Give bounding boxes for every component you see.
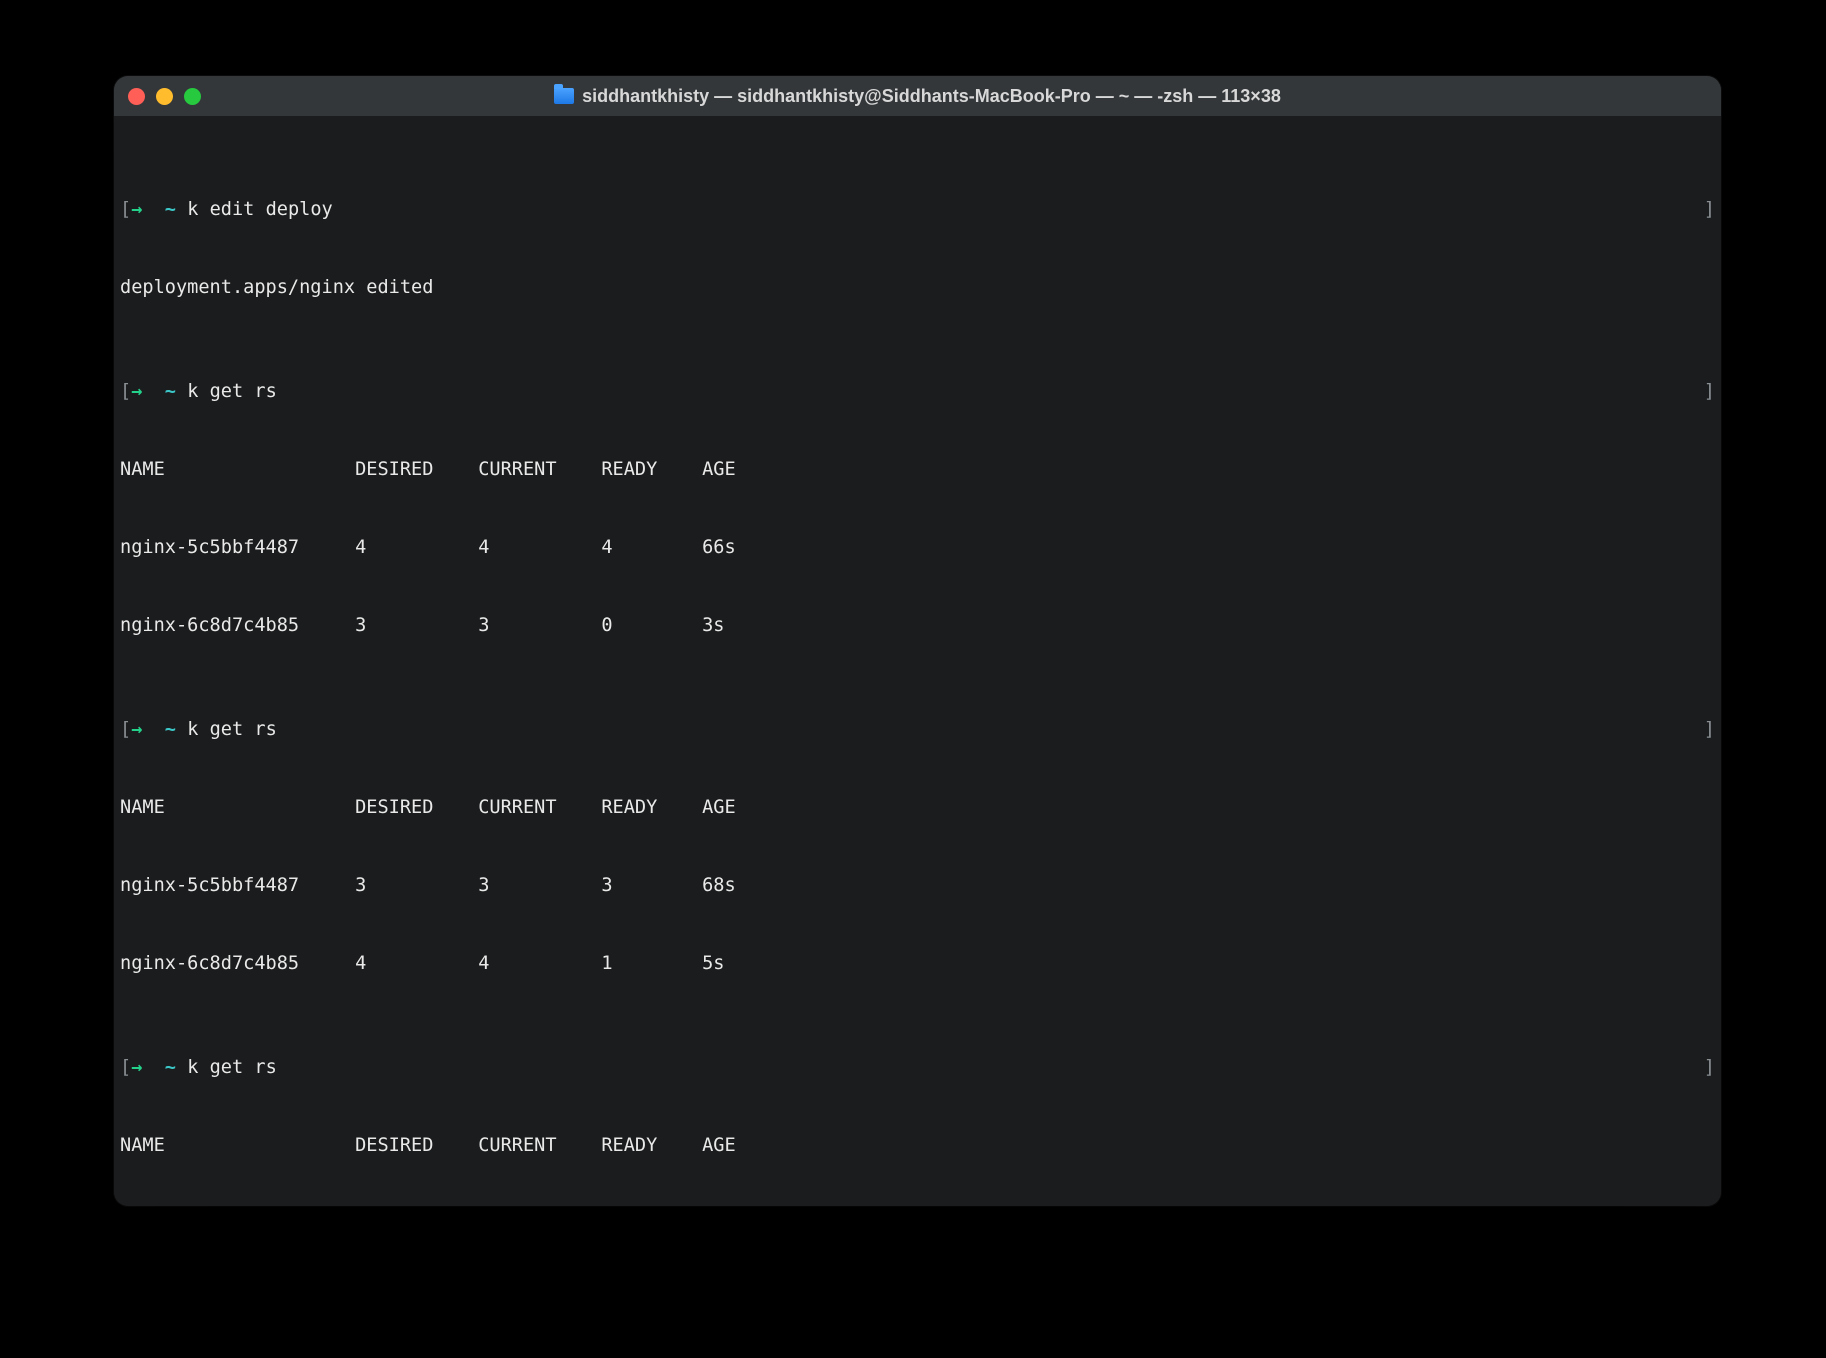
folder-icon <box>554 88 574 104</box>
prompt-line: [→ ~ k edit deploy] <box>120 197 1715 223</box>
rs-row: nginx-5c5bbf448744466s <box>120 535 1715 561</box>
window-title: siddhantkhisty — siddhantkhisty@Siddhant… <box>582 86 1281 107</box>
prompt-line: [→ ~ k get rs] <box>120 379 1715 405</box>
prompt-line: [→ ~ k get rs] <box>120 1055 1715 1081</box>
minimize-icon[interactable] <box>156 88 173 105</box>
terminal-body[interactable]: [→ ~ k edit deploy] deployment.apps/ngin… <box>114 116 1721 1206</box>
close-icon[interactable] <box>128 88 145 105</box>
title-center: siddhantkhisty — siddhantkhisty@Siddhant… <box>114 86 1721 107</box>
zoom-icon[interactable] <box>184 88 201 105</box>
rs-row: nginx-6c8d7c4b854415s <box>120 951 1715 977</box>
cmd-getrs: k get rs <box>187 381 277 402</box>
output-line: deployment.apps/nginx edited <box>120 275 1715 301</box>
terminal-window: siddhantkhisty — siddhantkhisty@Siddhant… <box>114 76 1721 1206</box>
rs-header: NAMEDESIREDCURRENTREADYAGE <box>120 1133 1715 1159</box>
titlebar[interactable]: siddhantkhisty — siddhantkhisty@Siddhant… <box>114 76 1721 116</box>
cmd-edit: k edit deploy <box>187 199 333 220</box>
prompt-line: [→ ~ k get rs] <box>120 717 1715 743</box>
rs-row: nginx-5c5bbf448733368s <box>120 873 1715 899</box>
rs-header: NAMEDESIREDCURRENTREADYAGE <box>120 795 1715 821</box>
rs-header: NAMEDESIREDCURRENTREADYAGE <box>120 457 1715 483</box>
rs-row: nginx-6c8d7c4b853303s <box>120 613 1715 639</box>
traffic-lights <box>128 88 201 105</box>
